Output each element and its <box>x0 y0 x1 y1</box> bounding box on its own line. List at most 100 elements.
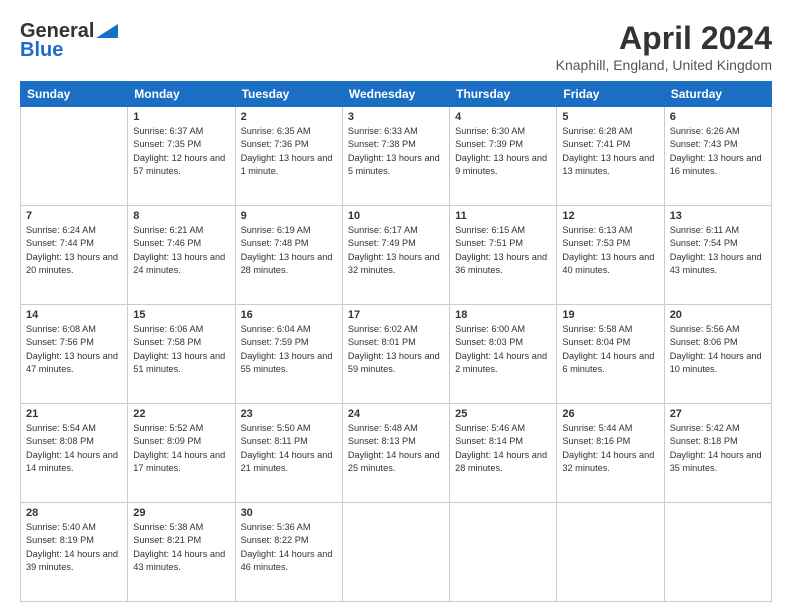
month-year: April 2024 <box>556 20 772 57</box>
calendar-cell: 30 Sunrise: 5:36 AMSunset: 8:22 PMDayligh… <box>235 503 342 602</box>
day-info: Sunrise: 5:56 AMSunset: 8:06 PMDaylight:… <box>670 323 766 376</box>
day-info: Sunrise: 5:46 AMSunset: 8:14 PMDaylight:… <box>455 422 551 475</box>
day-number: 22 <box>133 408 229 420</box>
calendar-cell <box>664 503 771 602</box>
calendar-cell: 14 Sunrise: 6:08 AMSunset: 7:56 PMDayligh… <box>21 305 128 404</box>
calendar-cell: 7 Sunrise: 6:24 AMSunset: 7:44 PMDaylight… <box>21 206 128 305</box>
day-info: Sunrise: 5:54 AMSunset: 8:08 PMDaylight:… <box>26 422 122 475</box>
day-info: Sunrise: 6:02 AMSunset: 8:01 PMDaylight:… <box>348 323 444 376</box>
day-number: 14 <box>26 309 122 321</box>
calendar-cell: 15Sunrise: 6:06 AMSunset: 7:58 PMDayligh… <box>128 305 235 404</box>
day-number: 13 <box>670 210 766 222</box>
column-header-sunday: Sunday <box>21 82 128 107</box>
calendar-cell: 18 Sunrise: 6:00 AMSunset: 8:03 PMDayligh… <box>450 305 557 404</box>
calendar-cell: 8 Sunrise: 6:21 AMSunset: 7:46 PMDaylight… <box>128 206 235 305</box>
calendar-cell: 26 Sunrise: 5:44 AMSunset: 8:16 PMDayligh… <box>557 404 664 503</box>
logo: General Blue <box>20 20 118 62</box>
day-info: Sunrise: 5:44 AMSunset: 8:16 PMDaylight:… <box>562 422 658 475</box>
day-number: 27 <box>670 408 766 420</box>
calendar-cell: 21 Sunrise: 5:54 AMSunset: 8:08 PMDayligh… <box>21 404 128 503</box>
day-info: Sunrise: 6:35 AMSunset: 7:36 PMDaylight:… <box>241 125 337 178</box>
logo-blue: Blue <box>20 39 63 62</box>
day-number: 3 <box>348 111 444 123</box>
calendar-cell: 28Sunrise: 5:40 AMSunset: 8:19 PMDayligh… <box>21 503 128 602</box>
calendar-cell <box>450 503 557 602</box>
calendar-cell: 13 Sunrise: 6:11 AMSunset: 7:54 PMDayligh… <box>664 206 771 305</box>
calendar-cell: 25 Sunrise: 5:46 AMSunset: 8:14 PMDayligh… <box>450 404 557 503</box>
column-header-tuesday: Tuesday <box>235 82 342 107</box>
day-info: Sunrise: 6:19 AMSunset: 7:48 PMDaylight:… <box>241 224 337 277</box>
calendar-cell: 11 Sunrise: 6:15 AMSunset: 7:51 PMDayligh… <box>450 206 557 305</box>
calendar-cell: 27 Sunrise: 5:42 AMSunset: 8:18 PMDayligh… <box>664 404 771 503</box>
header: General Blue April 2024 Knaphill, Englan… <box>20 20 772 73</box>
calendar-cell: 4 Sunrise: 6:30 AMSunset: 7:39 PMDaylight… <box>450 107 557 206</box>
calendar-cell <box>557 503 664 602</box>
column-header-wednesday: Wednesday <box>342 82 449 107</box>
day-number: 16 <box>241 309 337 321</box>
day-number: 18 <box>455 309 551 321</box>
calendar-cell: 5 Sunrise: 6:28 AMSunset: 7:41 PMDaylight… <box>557 107 664 206</box>
column-header-saturday: Saturday <box>664 82 771 107</box>
calendar-cell: 20 Sunrise: 5:56 AMSunset: 8:06 PMDayligh… <box>664 305 771 404</box>
day-number: 26 <box>562 408 658 420</box>
day-info: Sunrise: 6:37 AMSunset: 7:35 PMDaylight:… <box>133 125 229 178</box>
day-number: 11 <box>455 210 551 222</box>
page: General Blue April 2024 Knaphill, Englan… <box>0 0 792 612</box>
day-number: 5 <box>562 111 658 123</box>
day-number: 29 <box>133 507 229 519</box>
calendar-cell: 16 Sunrise: 6:04 AMSunset: 7:59 PMDayligh… <box>235 305 342 404</box>
logo-icon <box>96 24 118 38</box>
day-info: Sunrise: 5:42 AMSunset: 8:18 PMDaylight:… <box>670 422 766 475</box>
day-number: 25 <box>455 408 551 420</box>
day-number: 1 <box>133 111 229 123</box>
day-info: Sunrise: 5:50 AMSunset: 8:11 PMDaylight:… <box>241 422 337 475</box>
day-number: 2 <box>241 111 337 123</box>
calendar-cell: 1 Sunrise: 6:37 AMSunset: 7:35 PMDaylight… <box>128 107 235 206</box>
calendar-cell: 12 Sunrise: 6:13 AMSunset: 7:53 PMDayligh… <box>557 206 664 305</box>
calendar-cell: 2 Sunrise: 6:35 AMSunset: 7:36 PMDaylight… <box>235 107 342 206</box>
calendar-cell: 17 Sunrise: 6:02 AMSunset: 8:01 PMDayligh… <box>342 305 449 404</box>
day-info: Sunrise: 6:33 AMSunset: 7:38 PMDaylight:… <box>348 125 444 178</box>
calendar-cell: 3 Sunrise: 6:33 AMSunset: 7:38 PMDaylight… <box>342 107 449 206</box>
calendar-table: SundayMondayTuesdayWednesdayThursdayFrid… <box>20 81 772 602</box>
day-info: Sunrise: 6:13 AMSunset: 7:53 PMDaylight:… <box>562 224 658 277</box>
day-number: 19 <box>562 309 658 321</box>
day-info: Sunrise: 5:36 AMSunset: 8:22 PMDaylight:… <box>241 521 337 574</box>
day-number: 21 <box>26 408 122 420</box>
day-info: Sunrise: 6:17 AMSunset: 7:49 PMDaylight:… <box>348 224 444 277</box>
day-number: 10 <box>348 210 444 222</box>
calendar-cell <box>342 503 449 602</box>
day-info: Sunrise: 6:28 AMSunset: 7:41 PMDaylight:… <box>562 125 658 178</box>
day-info: Sunrise: 6:04 AMSunset: 7:59 PMDaylight:… <box>241 323 337 376</box>
day-info: Sunrise: 5:48 AMSunset: 8:13 PMDaylight:… <box>348 422 444 475</box>
day-info: Sunrise: 6:24 AMSunset: 7:44 PMDaylight:… <box>26 224 122 277</box>
day-number: 30 <box>241 507 337 519</box>
day-number: 23 <box>241 408 337 420</box>
title-block: April 2024 Knaphill, England, United Kin… <box>556 20 772 73</box>
day-number: 7 <box>26 210 122 222</box>
day-info: Sunrise: 6:15 AMSunset: 7:51 PMDaylight:… <box>455 224 551 277</box>
day-info: Sunrise: 5:52 AMSunset: 8:09 PMDaylight:… <box>133 422 229 475</box>
day-info: Sunrise: 6:08 AMSunset: 7:56 PMDaylight:… <box>26 323 122 376</box>
calendar-cell: 9Sunrise: 6:19 AMSunset: 7:48 PMDaylight… <box>235 206 342 305</box>
calendar-cell: 29 Sunrise: 5:38 AMSunset: 8:21 PMDayligh… <box>128 503 235 602</box>
day-number: 20 <box>670 309 766 321</box>
day-info: Sunrise: 5:38 AMSunset: 8:21 PMDaylight:… <box>133 521 229 574</box>
day-info: Sunrise: 6:11 AMSunset: 7:54 PMDaylight:… <box>670 224 766 277</box>
day-number: 6 <box>670 111 766 123</box>
column-header-monday: Monday <box>128 82 235 107</box>
day-info: Sunrise: 6:21 AMSunset: 7:46 PMDaylight:… <box>133 224 229 277</box>
day-number: 8 <box>133 210 229 222</box>
location: Knaphill, England, United Kingdom <box>556 57 772 73</box>
calendar-cell: 23 Sunrise: 5:50 AMSunset: 8:11 PMDayligh… <box>235 404 342 503</box>
day-number: 24 <box>348 408 444 420</box>
calendar-cell: 10 Sunrise: 6:17 AMSunset: 7:49 PMDayligh… <box>342 206 449 305</box>
day-info: Sunrise: 6:30 AMSunset: 7:39 PMDaylight:… <box>455 125 551 178</box>
column-header-thursday: Thursday <box>450 82 557 107</box>
day-number: 4 <box>455 111 551 123</box>
calendar-cell: 19Sunrise: 5:58 AMSunset: 8:04 PMDayligh… <box>557 305 664 404</box>
day-info: Sunrise: 6:00 AMSunset: 8:03 PMDaylight:… <box>455 323 551 376</box>
day-number: 17 <box>348 309 444 321</box>
day-number: 12 <box>562 210 658 222</box>
calendar-cell: 24 Sunrise: 5:48 AMSunset: 8:13 PMDayligh… <box>342 404 449 503</box>
